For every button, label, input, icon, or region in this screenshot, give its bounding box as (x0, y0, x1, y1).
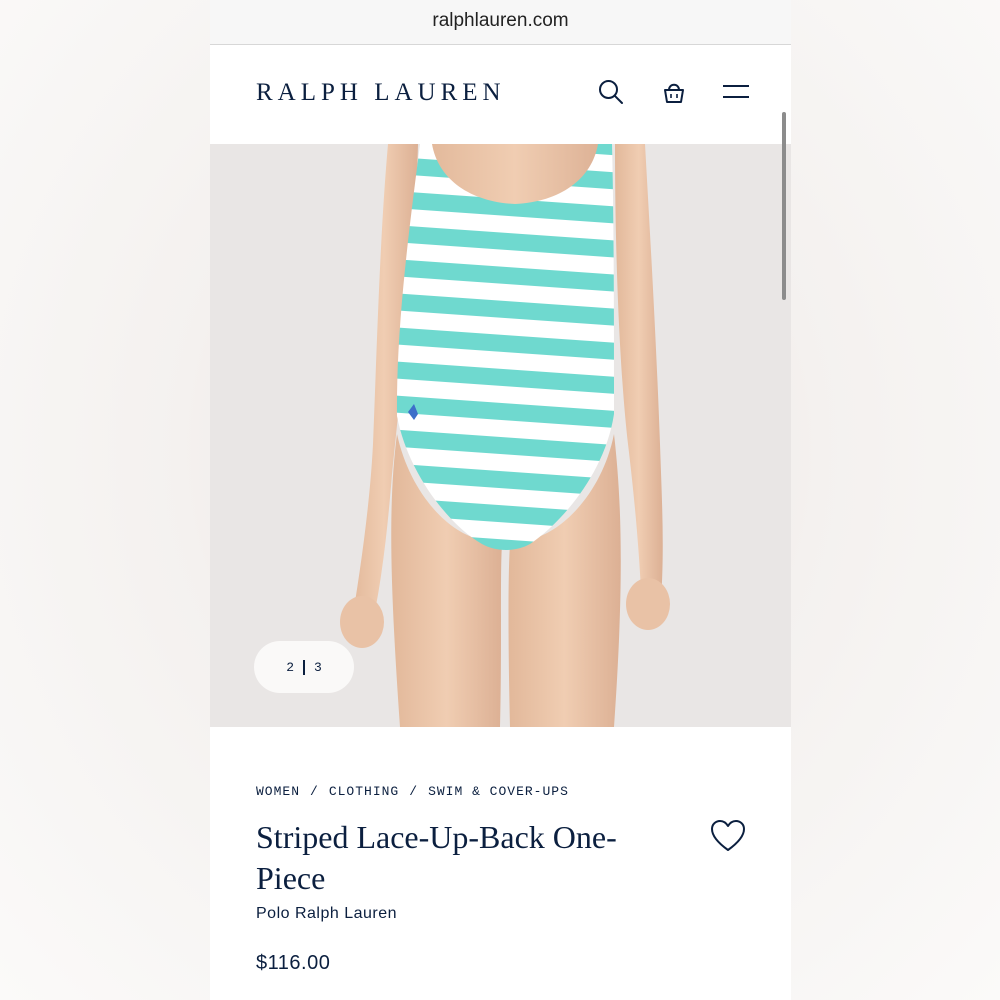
product-info: WOMEN / CLOTHING / SWIM & COVER-UPS Stri… (210, 727, 791, 1000)
shopping-bag-icon[interactable] (659, 77, 689, 107)
breadcrumb-swim-cover-ups[interactable]: SWIM & COVER-UPS (428, 784, 569, 799)
address-bar[interactable]: ralphlauren.com (210, 0, 791, 45)
total-images-number: 3 (314, 659, 322, 675)
product-title: Striped Lace-Up-Back One-Piece (256, 819, 617, 896)
ralph-lauren-logo[interactable]: RALPH LAUREN (256, 79, 506, 107)
breadcrumb-clothing[interactable]: CLOTHING (329, 784, 399, 799)
product-brand[interactable]: Polo Ralph Lauren (256, 905, 397, 923)
site-header: RALPH LAUREN (210, 45, 791, 144)
current-image-number: 2 (286, 659, 294, 675)
search-icon[interactable] (596, 77, 626, 107)
model-swimsuit-illustration (340, 144, 670, 727)
menu-icon[interactable] (721, 77, 751, 107)
heart-icon[interactable] (710, 819, 746, 853)
product-image[interactable]: 2 3 (210, 144, 791, 727)
scrollbar[interactable] (782, 112, 786, 300)
pagination-divider (303, 659, 305, 675)
image-pagination[interactable]: 2 3 (254, 641, 354, 693)
breadcrumb-separator: / (409, 784, 419, 799)
breadcrumb-women[interactable]: WOMEN (256, 784, 300, 799)
breadcrumb: WOMEN / CLOTHING / SWIM & COVER-UPS (256, 784, 569, 799)
breadcrumb-separator: / (310, 784, 319, 799)
product-price: $116.00 (256, 952, 331, 974)
mobile-browser-viewport: ralphlauren.com RALPH LAUREN 2 3 WOMEN /… (210, 0, 791, 1000)
url-text[interactable]: ralphlauren.com (432, 10, 568, 32)
